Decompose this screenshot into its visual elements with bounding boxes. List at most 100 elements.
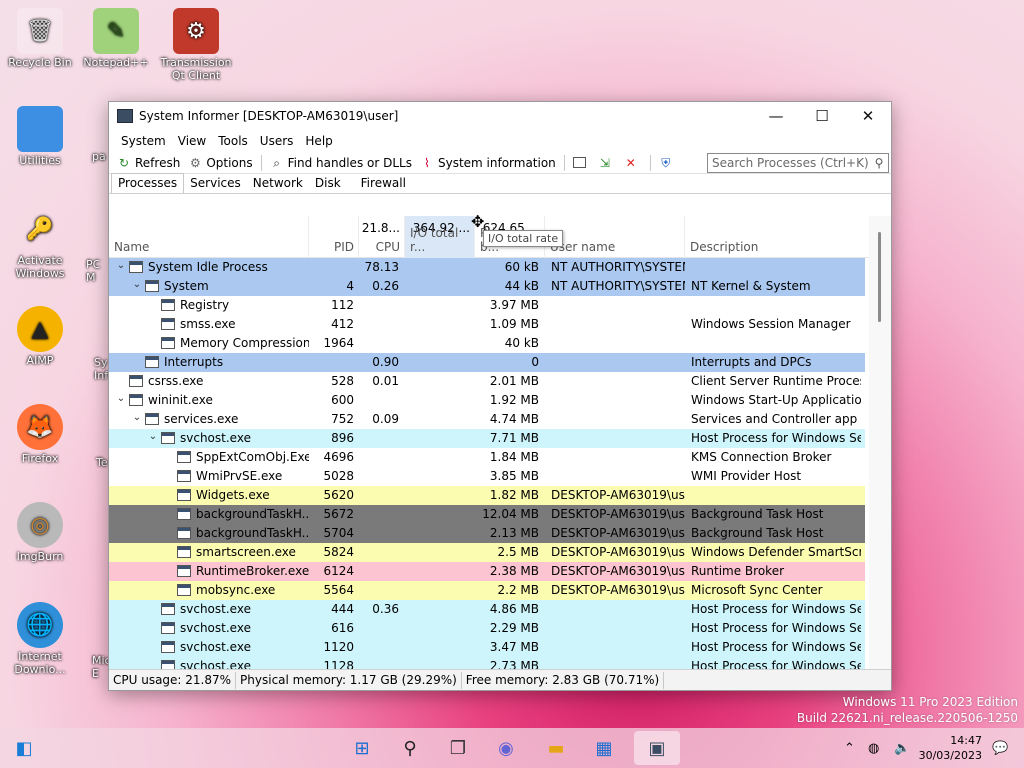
process-private-bytes: 12.04 MB — [482, 507, 539, 521]
volume-icon[interactable]: 🔈 — [894, 728, 910, 768]
chevron-down-icon[interactable]: ⌄ — [147, 431, 159, 442]
process-name: System — [164, 279, 209, 293]
table-row[interactable]: SppExtComObj.Exe 4696 1.84 MB KMS Connectio… — [109, 448, 865, 467]
task-view-icon[interactable]: ❐ — [444, 734, 472, 762]
table-row[interactable]: Registry 112 3.97 MB — [109, 296, 865, 315]
table-row[interactable]: ⌄ svchost.exe 896 7.71 MB Host Process for W… — [109, 429, 865, 448]
window-arrow-button[interactable]: ⇲ — [594, 153, 620, 173]
find-handles-button[interactable]: ⌕ Find handles or DLLs — [266, 153, 416, 173]
scrollbar-thumb[interactable] — [878, 232, 881, 322]
table-row[interactable]: ⌄ wininit.exe 600 1.92 MB Windows Start-Up A… — [109, 391, 865, 410]
search-input[interactable]: Search Processes (Ctrl+K) ⚲ — [707, 152, 889, 173]
chevron-down-icon[interactable]: ⌄ — [115, 393, 127, 404]
notification-icon[interactable]: 💬 — [992, 728, 1008, 768]
system-information-button[interactable]: ⌇ System information — [416, 153, 560, 173]
terminate-button[interactable]: ✕ — [620, 153, 646, 173]
window-button[interactable] — [569, 153, 594, 173]
table-row[interactable]: svchost.exe 616 2.29 MB Host Process for Wi… — [109, 619, 865, 638]
column-pid[interactable]: PID — [309, 216, 359, 258]
column-name[interactable]: Name — [109, 216, 309, 258]
column-io-total[interactable]: 364.92 ... I/O total r... — [405, 216, 475, 258]
desktop-icon-partial[interactable]: pa — [76, 150, 112, 163]
table-row[interactable]: svchost.exe 444 0.36 4.86 MB Host Process fo… — [109, 600, 865, 619]
chevron-down-icon[interactable]: ⌄ — [131, 412, 143, 423]
desktop-icon-notepadpp[interactable]: ✎ Notepad++ — [76, 8, 156, 69]
store-icon[interactable]: ▦ — [590, 734, 618, 762]
maximize-button[interactable]: ☐ — [799, 102, 845, 130]
desktop-icon-partial[interactable]: Te — [76, 456, 110, 469]
table-row[interactable]: Widgets.exe 5620 1.82 MB DESKTOP-AM63019\us… — [109, 486, 865, 505]
taskbar-clock[interactable]: 14:47 30/03/2023 — [919, 733, 982, 763]
vertical-scrollbar[interactable] — [869, 216, 891, 670]
table-row[interactable]: WmiPrvSE.exe 5028 3.85 MB WMI Provider Host — [109, 467, 865, 486]
menu-users[interactable]: Users — [254, 134, 300, 148]
column-description[interactable]: Description — [685, 216, 865, 258]
globe-icon: 🌐 — [17, 602, 63, 648]
process-icon — [161, 432, 175, 444]
chevron-up-icon[interactable]: ⌃ — [844, 728, 855, 768]
minimize-button[interactable]: — — [753, 102, 799, 130]
table-row[interactable]: backgroundTaskH... 5672 12.04 MB DESKTOP-AM… — [109, 505, 865, 524]
table-row[interactable]: smartscreen.exe 5824 2.5 MB DESKTOP-AM63019… — [109, 543, 865, 562]
table-row[interactable]: Interrupts 0.90 0 Interrupts and DPCs — [109, 353, 865, 372]
chat-icon[interactable]: ◉ — [492, 734, 520, 762]
chevron-down-icon[interactable]: ⌄ — [131, 279, 143, 290]
title-bar[interactable]: System Informer [DESKTOP-AM63019\user] —… — [109, 102, 891, 130]
process-name: Registry — [180, 298, 230, 312]
chevron-down-icon[interactable]: ⌄ — [115, 260, 127, 271]
table-row[interactable]: csrss.exe 528 0.01 2.01 MB Client Server Run… — [109, 372, 865, 391]
process-user: DESKTOP-AM63019\user — [551, 545, 685, 559]
menu-help[interactable]: Help — [299, 134, 338, 148]
desktop-icon-recycle-bin[interactable]: 🗑 Recycle Bin — [0, 8, 80, 69]
process-cpu: 0.90 — [372, 355, 399, 369]
tab-network[interactable]: Network — [247, 174, 309, 193]
table-row[interactable]: ⌄ System 4 0.26 44 kB NT AUTHORITY\SYSTEM NT K… — [109, 277, 865, 296]
tab-firewall[interactable]: Firewall — [355, 174, 412, 193]
toolbar-divider — [563, 154, 565, 171]
column-cpu[interactable]: 21.8... CPU — [359, 216, 405, 258]
process-tree[interactable]: Name PID 21.8... CPU 364.92 ... I/O total … — [109, 216, 891, 670]
desktop-icon-internet-download[interactable]: 🌐 Internet Downlo... — [0, 602, 80, 676]
table-row[interactable]: ⌄ System Idle Process 78.13 60 kB NT AUTHORI… — [109, 258, 865, 277]
options-button[interactable]: ⚙ Options — [184, 153, 256, 173]
desktop-icon-partial[interactable]: Sy Inf — [76, 356, 110, 382]
tab-services[interactable]: Services — [184, 174, 247, 193]
search-icon[interactable]: ⚲ — [870, 156, 888, 170]
process-cpu: 78.13 — [364, 260, 399, 274]
start-button[interactable]: ⊞ — [348, 734, 376, 762]
widgets-icon[interactable]: ◧ — [10, 734, 38, 762]
desktop-icon-utilities[interactable]: Utilities — [0, 106, 80, 167]
table-row[interactable]: backgroundTaskH... 5704 2.13 MB DESKTOP-AM6… — [109, 524, 865, 543]
menu-system[interactable]: System — [115, 134, 172, 148]
table-row[interactable]: mobsync.exe 5564 2.2 MB DESKTOP-AM63019\use… — [109, 581, 865, 600]
refresh-button[interactable]: ↻ Refresh — [113, 153, 184, 173]
tab-disk[interactable]: Disk — [309, 174, 347, 193]
tab-processes[interactable]: Processes — [111, 173, 185, 193]
table-row[interactable]: RuntimeBroker.exe 6124 2.38 MB DESKTOP-AM63… — [109, 562, 865, 581]
table-row[interactable]: svchost.exe 1120 3.47 MB Host Process for W… — [109, 638, 865, 657]
system-informer-taskbar-icon[interactable]: ▣ — [634, 731, 680, 765]
table-row[interactable]: smss.exe 412 1.09 MB Windows Session Manage… — [109, 315, 865, 334]
column-user-name[interactable]: User name — [545, 216, 685, 258]
menu-tools[interactable]: Tools — [212, 134, 254, 148]
file-explorer-icon[interactable]: ▬ — [542, 734, 570, 762]
elevate-button[interactable]: ⛨ — [655, 153, 681, 173]
desktop-icon-imgburn[interactable]: ◎ ImgBurn — [0, 502, 80, 563]
process-description: Host Process for Windows Ser... — [691, 621, 861, 635]
close-button[interactable]: ✕ — [845, 102, 891, 130]
desktop-icon-partial[interactable]: PC M — [76, 258, 112, 284]
desktop-icon-activate-windows[interactable]: 🔑 Activate Windows — [0, 206, 80, 280]
desktop-icon-transmission[interactable]: ⚙ Transmission Qt Client — [156, 8, 236, 82]
table-row[interactable]: ⌄ services.exe 752 0.09 4.74 MB Services and … — [109, 410, 865, 429]
desktop-icon-firefox[interactable]: 🦊 Firefox — [0, 404, 80, 465]
process-name-cell: svchost.exe — [109, 602, 309, 616]
column-tooltip: I/O total rate — [483, 230, 564, 247]
desktop-icon-aimp[interactable]: ▲ AIMP — [0, 306, 80, 367]
search-icon[interactable]: ⚲ — [396, 734, 424, 762]
network-icon[interactable]: ◍ — [868, 728, 879, 768]
process-name: svchost.exe — [180, 640, 251, 654]
table-row[interactable]: Memory Compression 1964 40 kB — [109, 334, 865, 353]
menu-view[interactable]: View — [172, 134, 212, 148]
process-cpu: 0.36 — [372, 602, 399, 616]
desktop-icon-partial[interactable]: Mic E — [76, 654, 111, 680]
